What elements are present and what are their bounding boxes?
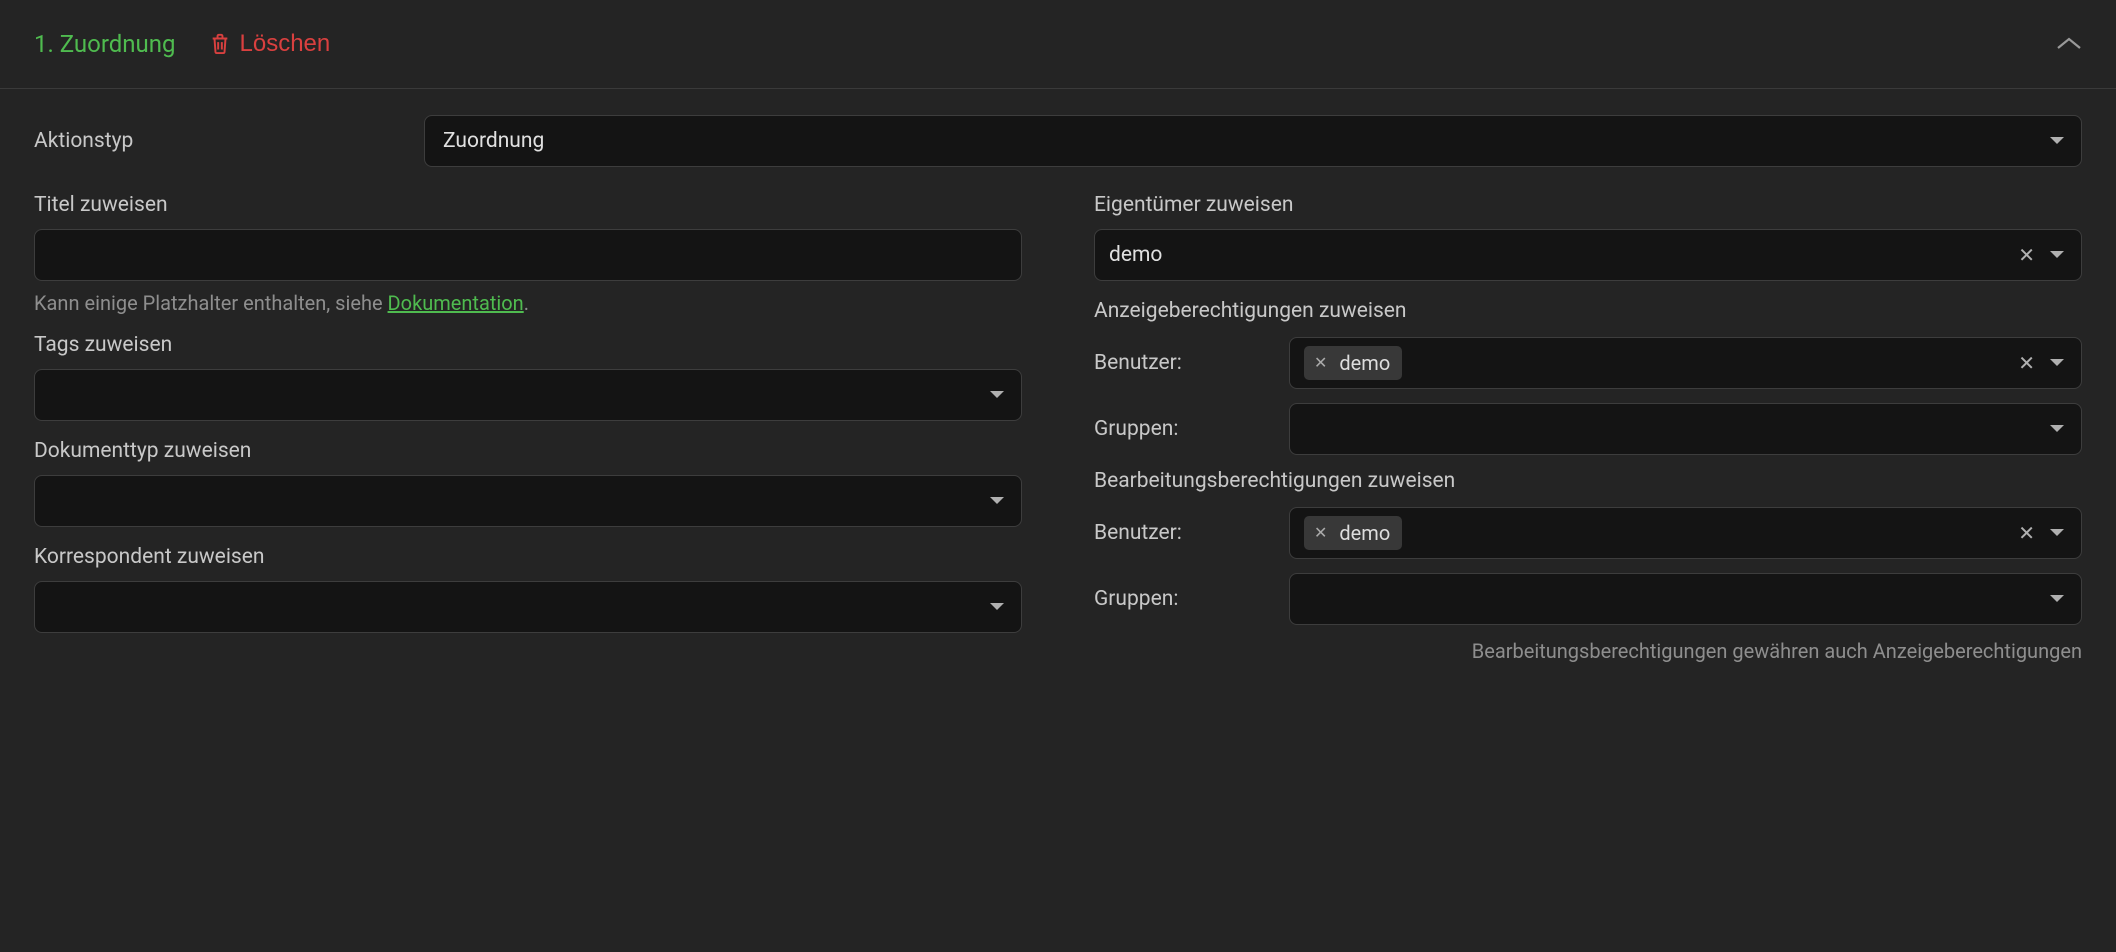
delete-button[interactable]: Löschen bbox=[210, 30, 331, 58]
chip-remove-icon[interactable]: ✕ bbox=[1314, 355, 1327, 371]
assign-owner-label: Eigentümer zuweisen bbox=[1094, 193, 2082, 217]
assign-title-label: Titel zuweisen bbox=[34, 193, 1022, 217]
edit-perms-note: Bearbeitungsberechtigungen gewähren auch… bbox=[1094, 639, 2082, 663]
panel-header: 1. Zuordnung Löschen bbox=[0, 0, 2116, 89]
trash-icon bbox=[210, 33, 230, 55]
delete-button-label: Löschen bbox=[240, 30, 331, 58]
assign-correspondent-select[interactable] bbox=[34, 581, 1022, 633]
edit-users-label: Benutzer: bbox=[1094, 521, 1289, 545]
hint-suffix: . bbox=[524, 291, 529, 315]
view-groups-select[interactable] bbox=[1289, 403, 2082, 455]
caret-down-icon bbox=[2049, 528, 2065, 538]
assign-title-hint: Kann einige Platzhalter enthalten, siehe… bbox=[34, 291, 1022, 315]
view-users-select[interactable]: ✕ demo ✕ bbox=[1289, 337, 2082, 389]
chip-label: demo bbox=[1339, 351, 1390, 375]
assign-tags-label: Tags zuweisen bbox=[34, 333, 1022, 357]
edit-perms-label: Bearbeitungsberechtigungen zuweisen bbox=[1094, 469, 2082, 493]
collapse-toggle[interactable] bbox=[2056, 36, 2082, 52]
clear-icon[interactable]: ✕ bbox=[2018, 245, 2035, 265]
assign-owner-select[interactable]: demo ✕ bbox=[1094, 229, 2082, 281]
assign-owner-value: demo bbox=[1109, 243, 2067, 267]
view-groups-label: Gruppen: bbox=[1094, 417, 1289, 441]
edit-groups-select[interactable] bbox=[1289, 573, 2082, 625]
clear-icon[interactable]: ✕ bbox=[2018, 353, 2035, 373]
assign-correspondent-label: Korrespondent zuweisen bbox=[34, 545, 1022, 569]
caret-down-icon bbox=[989, 390, 1005, 400]
chip-remove-icon[interactable]: ✕ bbox=[1314, 525, 1327, 541]
caret-down-icon bbox=[989, 496, 1005, 506]
panel-title: 1. Zuordnung bbox=[34, 30, 176, 58]
caret-down-icon bbox=[989, 602, 1005, 612]
assign-title-input[interactable] bbox=[34, 229, 1022, 281]
caret-down-icon bbox=[2049, 594, 2065, 604]
caret-down-icon bbox=[2049, 358, 2065, 368]
view-perms-label: Anzeigeberechtigungen zuweisen bbox=[1094, 299, 2082, 323]
action-type-value: Zuordnung bbox=[443, 129, 2063, 153]
assign-doctype-label: Dokumenttyp zuweisen bbox=[34, 439, 1022, 463]
action-type-select[interactable]: Zuordnung bbox=[424, 115, 2082, 167]
edit-groups-label: Gruppen: bbox=[1094, 587, 1289, 611]
edit-users-select[interactable]: ✕ demo ✕ bbox=[1289, 507, 2082, 559]
hint-prefix: Kann einige Platzhalter enthalten, siehe bbox=[34, 291, 388, 315]
clear-icon[interactable]: ✕ bbox=[2018, 523, 2035, 543]
action-type-label: Aktionstyp bbox=[34, 129, 424, 153]
caret-down-icon bbox=[2049, 424, 2065, 434]
view-users-label: Benutzer: bbox=[1094, 351, 1289, 375]
caret-down-icon bbox=[2049, 136, 2065, 146]
user-chip: ✕ demo bbox=[1304, 516, 1402, 550]
assign-doctype-select[interactable] bbox=[34, 475, 1022, 527]
assign-tags-select[interactable] bbox=[34, 369, 1022, 421]
caret-down-icon bbox=[2049, 250, 2065, 260]
chip-label: demo bbox=[1339, 521, 1390, 545]
user-chip: ✕ demo bbox=[1304, 346, 1402, 380]
documentation-link[interactable]: Dokumentation bbox=[388, 291, 524, 315]
